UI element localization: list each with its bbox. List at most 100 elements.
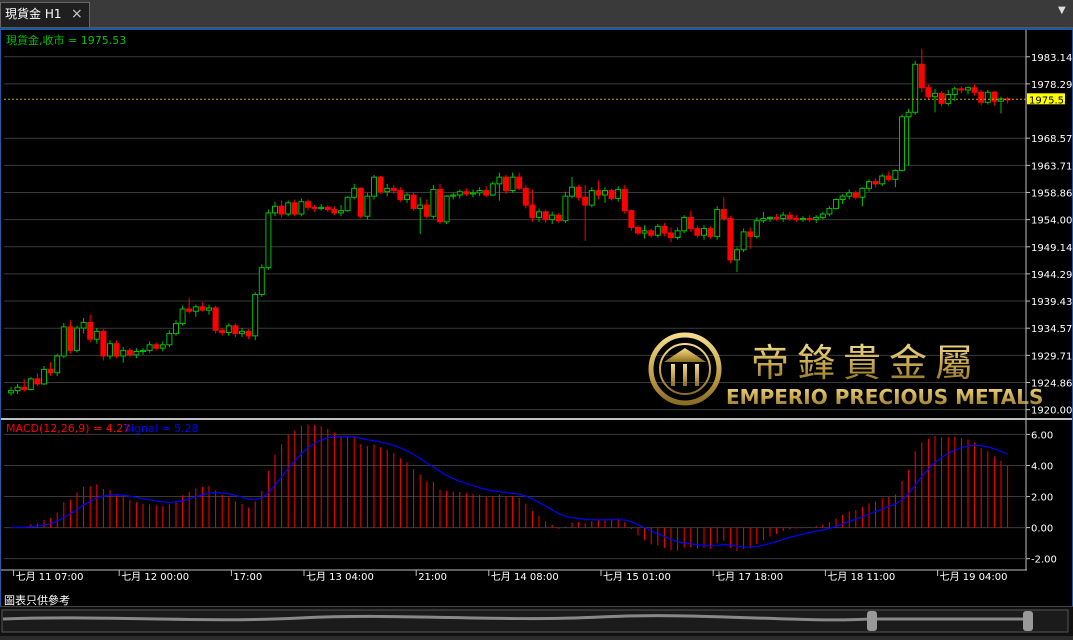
candle-body <box>397 190 404 200</box>
candle-body <box>641 230 648 234</box>
candle-body <box>740 231 747 251</box>
candle-body <box>773 216 780 220</box>
price-tick-label: 1944.29 <box>1031 270 1072 281</box>
candle-body <box>694 228 701 236</box>
macd-tick-label: 6.00 <box>1031 430 1053 441</box>
candle-body <box>219 329 226 334</box>
candle-body <box>588 190 595 206</box>
candle-body <box>489 183 496 196</box>
price-tick-label: 1929.71 <box>1031 351 1072 362</box>
price-axis[interactable]: 1983.14 1978.29 1968.57 1963.71 1958.86 1954.… <box>1025 30 1072 570</box>
candle-body <box>866 181 872 189</box>
time-tick-label: 七月 15 01:00 <box>603 571 671 583</box>
candle-body <box>628 210 635 228</box>
candle-body <box>344 196 351 212</box>
candle-body <box>813 216 820 221</box>
candle-body <box>780 214 787 220</box>
candle-body <box>958 88 965 91</box>
menu-arrow-icon[interactable]: ▼ <box>1058 5 1066 16</box>
candle-body <box>978 91 985 103</box>
candle-body <box>318 206 325 209</box>
candle-body <box>793 218 800 221</box>
scroll-handle-right[interactable] <box>1023 611 1033 631</box>
candle-body <box>47 368 54 374</box>
candle-body <box>404 194 410 201</box>
candle-body <box>720 209 727 219</box>
candle-body <box>800 218 806 221</box>
price-tick-label: 1958.86 <box>1031 188 1072 199</box>
candle-body <box>918 63 925 89</box>
candle-body <box>522 187 529 206</box>
chart-scrollbar[interactable] <box>0 606 1073 636</box>
chart-canvas[interactable]: 帝鋒貴金屬 EMPERIO PRECIOUS METALS 現貨金,收市 = 1… <box>1 30 1072 606</box>
price-tick-label: 1924.86 <box>1031 378 1072 389</box>
tab-chart-xau-h1[interactable]: 現貨金 H1 × <box>0 2 90 27</box>
candle-body <box>245 330 252 337</box>
logo-pillar-mid <box>683 364 687 386</box>
candle-body <box>232 325 239 335</box>
close-icon[interactable]: × <box>71 3 83 25</box>
candle-body <box>654 225 661 236</box>
candle-body <box>265 212 272 269</box>
candle-body <box>846 192 853 197</box>
candle-body <box>984 91 991 103</box>
tab-bar: 現貨金 H1 × ▼ <box>0 0 1073 28</box>
candle-body <box>899 116 905 171</box>
candle-body <box>258 267 265 295</box>
time-tick-label: 七月 13 04:00 <box>306 571 374 583</box>
candle-body <box>199 306 206 311</box>
candle-body <box>390 187 397 192</box>
candle-body <box>516 176 523 189</box>
candle-body <box>291 202 298 215</box>
candle-body <box>305 201 311 208</box>
candle-body <box>74 327 80 351</box>
time-tick-label: 21:00 <box>418 572 447 583</box>
candle-body <box>173 323 179 335</box>
macd-tick-label: 4.00 <box>1031 461 1053 472</box>
candle-body <box>536 211 542 218</box>
candle-body <box>311 206 318 209</box>
candle-body <box>179 308 186 325</box>
current-price-label: 1975.53 <box>1029 95 1070 106</box>
candle-body <box>885 175 892 180</box>
candle-body <box>298 201 305 215</box>
candle-body <box>278 205 285 215</box>
time-tick-label: 17:00 <box>233 572 262 583</box>
candle-body <box>384 187 391 193</box>
candle-body <box>661 225 668 234</box>
macd-axis[interactable]: 6.00 4.00 2.00 0.00 -2.00 <box>1026 430 1057 566</box>
candle-body <box>377 176 384 193</box>
candle-body <box>80 321 87 329</box>
candle-body <box>608 190 615 199</box>
candle-body <box>430 188 437 217</box>
candle-body <box>905 111 912 118</box>
macd-tick-label: 2.00 <box>1031 493 1053 504</box>
time-tick-label: 七月 14 08:00 <box>491 571 559 583</box>
candle-body <box>331 209 338 214</box>
scroll-handle-left[interactable] <box>867 611 877 631</box>
candle-body <box>324 206 331 211</box>
candle-body <box>819 213 826 218</box>
chart-window[interactable]: 帝鋒貴金屬 EMPERIO PRECIOUS METALS 現貨金,收市 = 1… <box>0 28 1073 606</box>
candle-body <box>225 325 232 334</box>
macd-histogram <box>17 424 1009 551</box>
candle-body <box>252 294 259 337</box>
candle-body <box>21 386 28 391</box>
price-tick-label: 1934.57 <box>1031 324 1072 335</box>
candle-body <box>60 326 67 357</box>
candle-body <box>767 216 773 220</box>
candle-body <box>107 343 113 357</box>
candle-body <box>648 230 655 236</box>
candle-body <box>852 192 859 198</box>
macd-grid <box>4 433 1026 560</box>
time-axis[interactable]: 七月 11 07:00 七月 12 00:00 17:00 七月 13 04:00 21… <box>13 570 1008 583</box>
price-tick-label: 1963.71 <box>1031 161 1072 172</box>
candle-body <box>463 191 470 195</box>
candle-body <box>727 218 734 261</box>
candle-body <box>206 307 212 311</box>
scroll-navigator[interactable] <box>0 607 1073 636</box>
candle-body <box>338 210 344 214</box>
candle-body <box>668 232 674 239</box>
candle-body <box>126 349 133 356</box>
candle-body <box>34 378 41 385</box>
